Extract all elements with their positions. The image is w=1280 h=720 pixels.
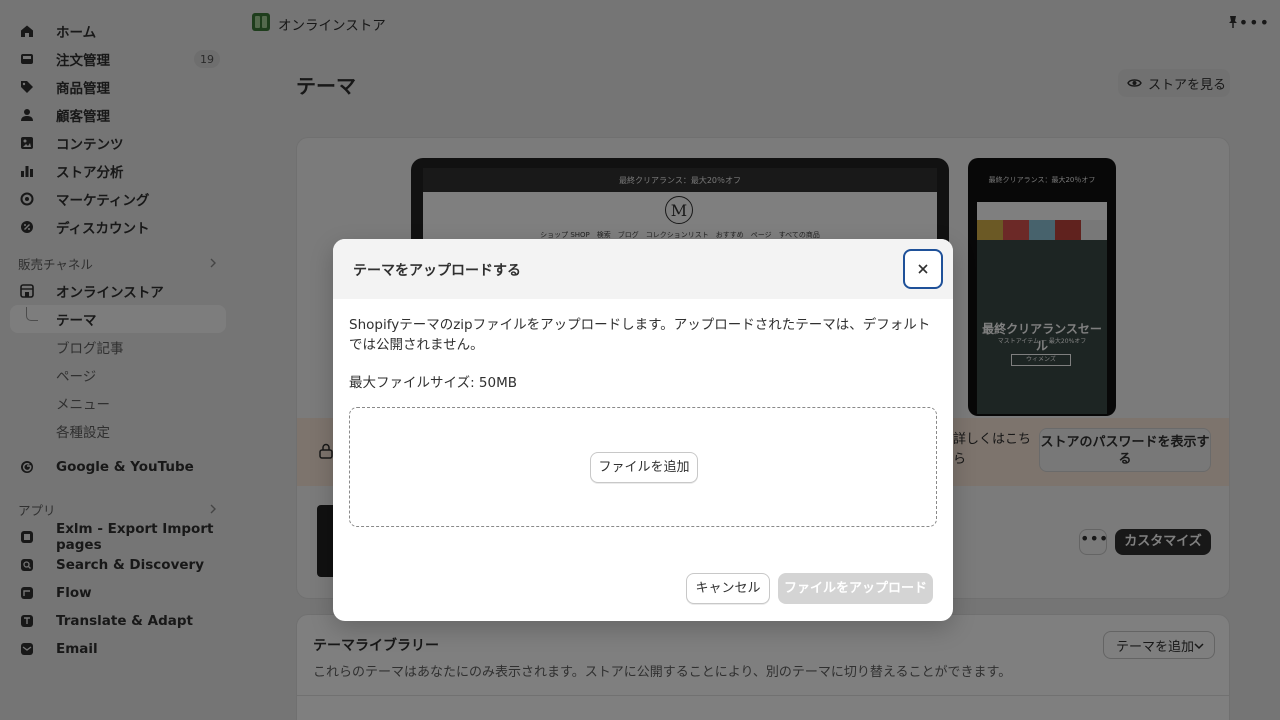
upload-file-button[interactable]: ファイルをアップロード	[778, 573, 933, 604]
modal-description: Shopifyテーマのzipファイルをアップロードします。アップロードされたテー…	[349, 317, 931, 353]
close-icon	[918, 264, 928, 274]
upload-theme-modal: テーマをアップロードする Shopifyテーマのzipファイルをアップロードしま…	[333, 239, 953, 621]
modal-title: テーマをアップロードする	[353, 263, 521, 279]
max-file-size-text: 最大ファイルサイズ: 50MB	[349, 375, 518, 391]
add-file-button[interactable]: ファイルを追加	[590, 452, 698, 483]
cancel-button[interactable]: キャンセル	[686, 573, 770, 604]
file-dropzone[interactable]: ファイルを追加	[349, 407, 937, 527]
modal-header: テーマをアップロードする	[333, 239, 953, 299]
close-button[interactable]	[903, 249, 943, 289]
